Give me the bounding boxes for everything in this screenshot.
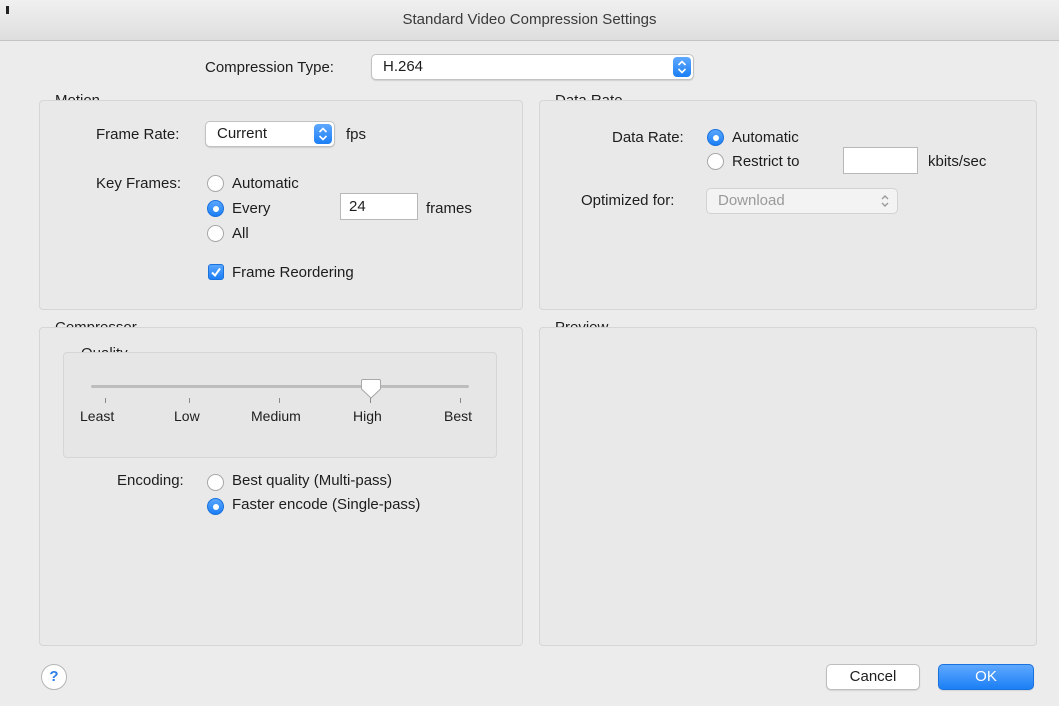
quality-tick-medium: Medium bbox=[251, 408, 301, 424]
window-title: Standard Video Compression Settings bbox=[402, 11, 657, 28]
encoding-singlepass-label[interactable]: Faster encode (Single-pass) bbox=[232, 496, 420, 514]
key-frames-all-radio[interactable] bbox=[207, 225, 224, 242]
frame-reordering-label[interactable]: Frame Reordering bbox=[232, 264, 354, 282]
quality-slider-track[interactable] bbox=[91, 385, 469, 388]
ok-button-label: OK bbox=[975, 668, 997, 685]
window-corner-mark bbox=[6, 6, 9, 14]
quality-tick-mark bbox=[460, 398, 461, 403]
encoding-label: Encoding: bbox=[117, 472, 184, 489]
quality-tick-low: Low bbox=[174, 408, 200, 424]
help-button[interactable]: ? bbox=[41, 664, 67, 690]
optimized-for-popup[interactable]: Download bbox=[706, 188, 898, 214]
optimized-for-label: Optimized for: bbox=[581, 192, 675, 209]
frame-reordering-checkbox[interactable] bbox=[208, 264, 224, 280]
up-down-chevron-icon bbox=[314, 124, 332, 144]
kbits-unit-label: kbits/sec bbox=[928, 153, 987, 170]
quality-tick-best: Best bbox=[444, 408, 473, 424]
quality-slider-thumb[interactable] bbox=[360, 378, 382, 400]
data-rate-automatic-radio[interactable] bbox=[707, 129, 724, 146]
quality-tick-least: Least bbox=[80, 408, 115, 424]
key-frames-label: Key Frames: bbox=[96, 175, 182, 192]
preview-group bbox=[539, 327, 1037, 646]
question-mark-icon: ? bbox=[49, 668, 59, 685]
quality-group bbox=[63, 352, 497, 458]
cancel-button-label: Cancel bbox=[849, 668, 897, 685]
key-frames-all-label[interactable]: All bbox=[232, 225, 249, 243]
encoding-multipass-radio[interactable] bbox=[207, 474, 224, 491]
up-down-chevron-icon bbox=[673, 57, 691, 77]
quality-tick-mark bbox=[279, 398, 280, 403]
ok-button[interactable]: OK bbox=[938, 664, 1034, 690]
encoding-singlepass-radio[interactable] bbox=[207, 498, 224, 515]
key-frames-every-field[interactable]: 24 bbox=[340, 193, 418, 220]
quality-tick-high: High bbox=[353, 408, 382, 424]
key-frames-automatic-label[interactable]: Automatic bbox=[232, 175, 299, 193]
quality-tick-mark bbox=[105, 398, 106, 403]
data-rate-restrict-field[interactable] bbox=[843, 147, 918, 174]
data-rate-restrict-label[interactable]: Restrict to bbox=[732, 153, 800, 171]
key-frames-every-value: 24 bbox=[349, 198, 366, 215]
up-down-chevron-icon bbox=[881, 195, 889, 207]
frames-unit-label: frames bbox=[426, 200, 472, 217]
fps-label: fps bbox=[346, 126, 367, 143]
quality-tick-mark bbox=[189, 398, 190, 403]
checkmark-icon bbox=[211, 267, 221, 278]
key-frames-every-radio[interactable] bbox=[207, 200, 224, 217]
title-bar: Standard Video Compression Settings bbox=[0, 0, 1059, 41]
cancel-button[interactable]: Cancel bbox=[826, 664, 920, 690]
data-rate-label: Data Rate: bbox=[612, 129, 684, 146]
optimized-for-value: Download bbox=[718, 192, 785, 209]
frame-rate-value: Current bbox=[217, 125, 268, 142]
frame-rate-label: Frame Rate: bbox=[96, 126, 180, 143]
key-frames-every-label[interactable]: Every bbox=[232, 200, 270, 218]
key-frames-automatic-radio[interactable] bbox=[207, 175, 224, 192]
compression-type-value: H.264 bbox=[383, 58, 424, 75]
data-rate-restrict-radio[interactable] bbox=[707, 153, 724, 170]
compression-type-popup[interactable]: H.264 bbox=[371, 54, 694, 80]
frame-rate-popup[interactable]: Current bbox=[205, 121, 335, 147]
data-rate-automatic-label[interactable]: Automatic bbox=[732, 129, 799, 147]
compression-type-label: Compression Type: bbox=[205, 59, 334, 76]
encoding-multipass-label[interactable]: Best quality (Multi-pass) bbox=[232, 472, 392, 490]
